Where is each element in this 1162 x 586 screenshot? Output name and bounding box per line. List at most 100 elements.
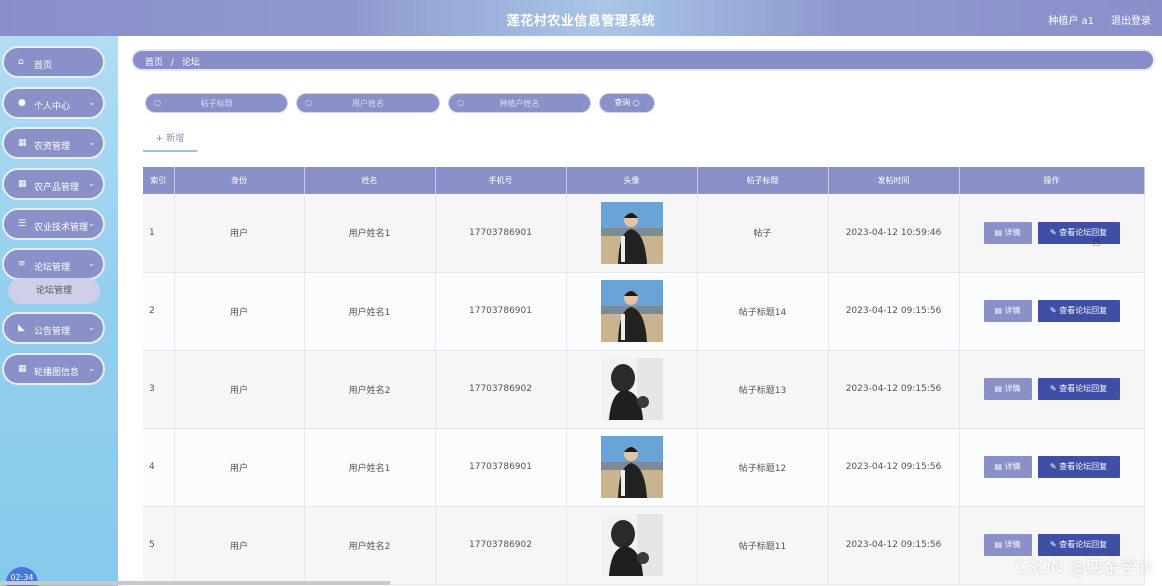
sidebar-item-1[interactable]: ⌂ 首页 [2,46,105,78]
row-index: 4 [143,428,175,507]
sidebar-item-3[interactable]: ▦ 农资管理 ⌄ [2,127,105,159]
row-name: 用户姓名1 [304,428,436,507]
row-phone: 17703786901 [435,194,567,273]
chevron-down-icon: ⌄ [88,259,95,268]
column-header: 姓名 [304,167,436,194]
column-header: 手机号 [435,167,567,194]
view-replies-button[interactable]: ✎ 查看论坛回复 [1037,456,1120,478]
sidebar-item-label: 个人中心 [34,102,71,112]
row-actions: ▤ 详情 ✎ 查看论坛回复 [959,350,1145,429]
row-avatar [566,194,698,273]
row-actions: ▤ 详情 ✎ 查看论坛回复 [959,272,1145,351]
search-placeholder: 帖子标题 [200,99,233,108]
view-replies-label: 查看论坛回复 [1059,462,1108,471]
row-role: 用户 [174,428,305,507]
sidebar-item-label: 农业技术管理 [34,223,89,233]
row-title: 帖子标题13 [697,350,829,429]
row-role: 用户 [174,350,305,429]
chevron-down-icon: ⌄ [88,364,95,373]
row-index: 3 [143,350,175,429]
row-time: 2023-04-12 09:15:56 [828,428,960,507]
row-phone: 17703786901 [435,428,567,507]
row-phone: 17703786901 [435,272,567,351]
sidebar-item-6[interactable]: ≡ 论坛管理 ⌄ [2,248,105,280]
app-title: 莲花村农业信息管理系统 [506,14,656,29]
detail-button[interactable]: ▤ 详情 [983,456,1032,478]
sidebar-item-label: 农产品管理 [34,183,80,193]
table-row: 3 用户 用户姓名2 17703786902 帖子标题13 2023-04-12 09:1… [143,350,1145,429]
row-avatar [566,272,698,351]
forum-table: 索引 身份 姓名 手机号 头像 帖子标题 发帖时间 操作 1 用户 用户姓名1 1770378690… [143,167,1145,585]
table-row: 4 用户 用户姓名1 17703786901 帖子标题12 2023-04-12 09:1… [143,428,1145,507]
row-title: 帖子标题14 [697,272,829,351]
search-button[interactable]: 查询 ○ [599,93,655,113]
view-replies-button[interactable]: ✎ 查看论坛回复 [1037,378,1120,400]
row-index: 1 [143,194,175,273]
user-name-search-input[interactable]: ○ 用户姓名 [296,93,440,113]
row-role: 用户 [174,272,305,351]
row-time: 2023-04-12 09:15:56 [828,506,960,585]
edit-icon: ✎ [1049,306,1060,315]
column-header: 头像 [566,167,698,194]
chevron-down-icon: ⌄ [88,98,95,107]
column-header: 帖子标题 [697,167,829,194]
user-icon: ● [18,98,26,108]
document-icon: ▤ [994,540,1005,549]
table-row: 2 用户 用户姓名1 17703786901 帖子标题14 2023-04-12 09:1… [143,272,1145,351]
view-replies-label: 查看论坛回复 [1059,384,1108,393]
grid-icon: ▦ [18,138,27,148]
view-replies-button[interactable]: ✎ 查看论坛回复 [1037,221,1120,244]
avatar-image [600,201,663,264]
logout-button[interactable]: 退出登录 [1111,12,1151,27]
document-icon: ▤ [994,306,1005,315]
sidebar-item-4[interactable]: ▦ 农产品管理 ⌄ [2,168,105,200]
sidebar: ⌂ 首页 ● 个人中心 ⌄ ▦ 农资管理 ⌄ ▦ 农产品管理 ⌄ ☰ 农业技术管理 ⌄ ≡ 论坛管理 ⌄ ◣ 公告管… [0,36,118,586]
row-time: 2023-04-12 09:15:56 [828,272,960,351]
home-icon: ⌂ [18,57,24,67]
list-icon: ≡ [18,259,26,269]
horizontal-scrollbar[interactable] [0,581,390,585]
sidebar-item-7[interactable]: ◣ 公告管理 ⌄ [2,312,105,344]
sidebar-item-5[interactable]: ☰ 农业技术管理 ⌄ [2,208,105,240]
avatar-image [600,358,663,420]
avatar-image [600,514,663,576]
row-title: 帖子标题11 [697,506,829,585]
row-name: 用户姓名2 [304,506,436,585]
row-title: 帖子标题12 [697,428,829,507]
row-avatar [566,506,698,585]
detail-button-label: 详情 [1004,227,1021,237]
breadcrumb-home[interactable]: 首页 [145,58,163,68]
search-button-label: 查询 [614,98,631,107]
detail-button-label: 详情 [1004,540,1021,549]
row-phone: 17703786902 [435,506,567,585]
view-replies-button[interactable]: ✎ 查看论坛回复 [1037,300,1120,322]
chevron-down-icon: ⌄ [88,219,95,228]
post-title-search-input[interactable]: ○ 帖子标题 [145,93,288,113]
detail-button[interactable]: ▤ 详情 [983,300,1032,322]
detail-button[interactable]: ▤ 详情 [983,221,1032,244]
document-icon: ▤ [994,227,1005,237]
row-actions: ▤ 详情 ✎ 查看论坛回复 [959,428,1145,507]
detail-button[interactable]: ▤ 详情 [983,378,1032,400]
row-time: 2023-04-12 10:59:46 [828,194,960,273]
column-header: 操作 [959,167,1145,194]
sidebar-item-label: 论坛管理 [34,263,71,273]
watermark: CSDN @四金学长 [1015,558,1154,578]
sliders-icon: ☰ [18,219,27,229]
add-button[interactable]: + 新增 [143,130,197,152]
grower-name-search-input[interactable]: ○ 种植户姓名 [448,93,591,113]
search-icon: ○ [632,98,640,107]
sidebar-item-label: 公告管理 [34,327,71,337]
sidebar-item-2[interactable]: ● 个人中心 ⌄ [2,87,105,119]
row-index: 5 [143,506,175,585]
detail-button-label: 详情 [1004,306,1021,315]
document-icon: ▤ [994,384,1005,393]
row-role: 用户 [174,194,305,273]
grid-icon: ▦ [18,364,27,374]
sidebar-item-8[interactable]: ▦ 轮播图信息 ⌄ [2,353,105,385]
chevron-down-icon: ⌄ [88,179,95,188]
detail-button-label: 详情 [1004,462,1021,471]
sidebar-subitem-forum-management[interactable]: 论坛管理 [8,278,100,304]
view-replies-label: 查看论坛回复 [1059,540,1108,549]
column-header: 发帖时间 [828,167,960,194]
